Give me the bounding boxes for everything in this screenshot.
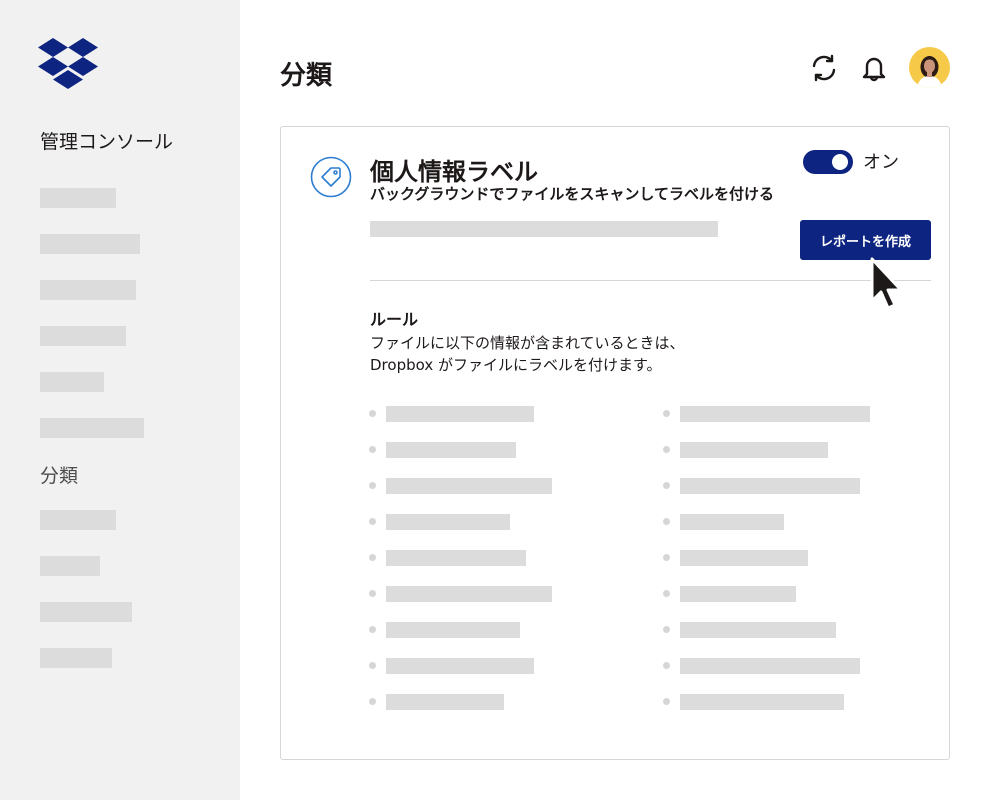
bullet-dot	[663, 482, 670, 489]
bullet-dot	[369, 554, 376, 561]
rule-item-placeholder	[680, 406, 870, 422]
rule-item-placeholder	[680, 550, 808, 566]
sidebar-item-placeholder[interactable]	[40, 188, 116, 208]
rule-item-placeholder	[386, 514, 510, 530]
bullet-dot	[369, 590, 376, 597]
rule-item-placeholder	[386, 694, 504, 710]
tag-icon	[310, 156, 352, 198]
rule-description-line: Dropbox がファイルにラベルを付けます。	[370, 356, 662, 374]
rule-item-placeholder	[680, 694, 844, 710]
bullet-dot	[663, 590, 670, 597]
rule-item-placeholder	[680, 478, 860, 494]
bullet-dot	[663, 662, 670, 669]
rule-item-placeholder	[386, 622, 520, 638]
sidebar-item-placeholder[interactable]	[40, 234, 140, 254]
rule-item-placeholder	[386, 658, 534, 674]
card-title: 個人情報ラベル	[370, 158, 538, 186]
bullet-dot	[663, 410, 670, 417]
rule-item-placeholder	[680, 658, 860, 674]
sync-icon[interactable]	[809, 53, 839, 83]
toggle-knob	[832, 154, 848, 170]
bullet-dot	[369, 446, 376, 453]
bullet-dot	[663, 698, 670, 705]
rule-item-placeholder	[386, 586, 552, 602]
sidebar-item-placeholder[interactable]	[40, 280, 136, 300]
sidebar-item-placeholder[interactable]	[40, 372, 104, 392]
bullet-dot	[369, 698, 376, 705]
rule-item-placeholder	[680, 514, 784, 530]
rule-description: ファイルに以下の情報が含まれているときは、 Dropbox がファイルにラベルを…	[370, 332, 685, 376]
avatar[interactable]	[909, 47, 950, 88]
sidebar-item-placeholder[interactable]	[40, 556, 100, 576]
rule-item-placeholder	[680, 442, 828, 458]
sidebar-item-classification[interactable]: 分類	[40, 461, 78, 488]
rule-item-placeholder	[680, 622, 836, 638]
sidebar-item-placeholder[interactable]	[40, 648, 112, 668]
bullet-dot	[369, 662, 376, 669]
rule-item-placeholder	[386, 550, 526, 566]
rule-item-placeholder	[386, 478, 552, 494]
description-placeholder	[370, 221, 718, 237]
sidebar-item-placeholder[interactable]	[40, 510, 116, 530]
sidebar-item-placeholder[interactable]	[40, 418, 144, 438]
sidebar-item-placeholder[interactable]	[40, 326, 126, 346]
dropbox-logo-icon[interactable]	[38, 38, 98, 90]
toggle-label: オン	[863, 152, 899, 173]
classification-card: 個人情報ラベル バックグラウンドでファイルをスキャンしてラベルを付ける オン レ…	[280, 126, 950, 760]
sidebar-title: 管理コンソール	[40, 131, 174, 153]
bell-icon[interactable]	[859, 53, 889, 83]
rule-item-placeholder	[386, 406, 534, 422]
page-title: 分類	[280, 61, 333, 91]
create-report-button[interactable]: レポートを作成	[800, 220, 931, 260]
bullet-dot	[369, 410, 376, 417]
sidebar: 管理コンソール 分類	[0, 0, 240, 800]
feature-toggle[interactable]	[803, 150, 853, 174]
bullet-dot	[663, 446, 670, 453]
mouse-cursor-icon	[870, 257, 903, 310]
bullet-dot	[663, 554, 670, 561]
rule-description-line: ファイルに以下の情報が含まれているときは、	[370, 334, 685, 352]
bullet-dot	[369, 482, 376, 489]
rule-item-placeholder	[386, 442, 516, 458]
bullet-dot	[369, 518, 376, 525]
sidebar-item-placeholder[interactable]	[40, 602, 132, 622]
divider	[370, 280, 931, 281]
bullet-dot	[663, 626, 670, 633]
bullet-dot	[369, 626, 376, 633]
rule-item-placeholder	[680, 586, 796, 602]
bullet-dot	[663, 518, 670, 525]
card-subtitle: バックグラウンドでファイルをスキャンしてラベルを付ける	[370, 185, 774, 203]
rule-heading: ルール	[370, 310, 419, 329]
